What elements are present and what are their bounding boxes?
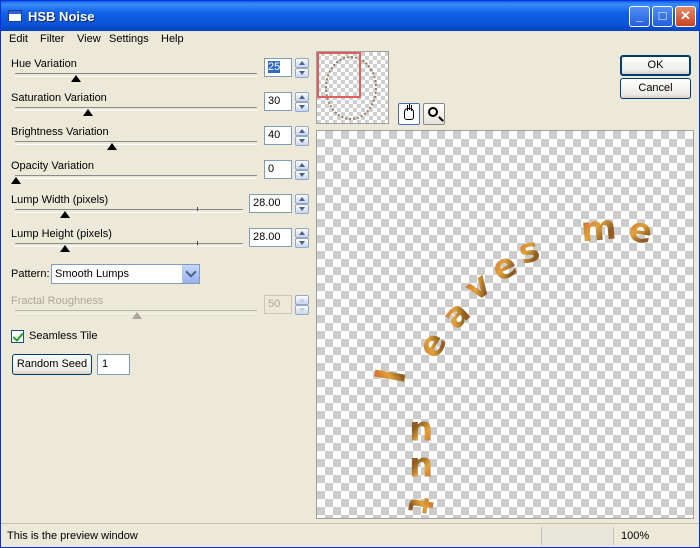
- hue-variation-slider[interactable]: [15, 73, 257, 77]
- fractal-roughness-thumb: [132, 312, 142, 319]
- brightness-variation-spinner[interactable]: [295, 126, 309, 146]
- lump-width-slider[interactable]: [15, 209, 243, 213]
- pattern-select-value: Smooth Lumps: [55, 268, 129, 280]
- spin-down-icon[interactable]: [295, 204, 309, 214]
- brightness-variation-thumb[interactable]: [107, 143, 117, 150]
- lump-height-thumb[interactable]: [60, 245, 70, 252]
- saturation-variation-thumb[interactable]: [83, 109, 93, 116]
- spin-up-icon[interactable]: [295, 92, 309, 102]
- opacity-variation-input[interactable]: 0: [264, 160, 292, 179]
- preview-letter: a: [434, 292, 479, 338]
- close-icon: ✕: [680, 8, 691, 23]
- lump-height-slider[interactable]: [15, 243, 243, 247]
- opacity-variation-slider[interactable]: [15, 175, 257, 179]
- spin-down-icon[interactable]: [295, 136, 309, 146]
- hue-variation-thumb[interactable]: [71, 75, 81, 82]
- magnifier-icon: [428, 107, 438, 117]
- spin-down-icon[interactable]: [295, 238, 309, 248]
- preview-letter: s: [514, 229, 545, 273]
- lump-width-label: Lump Width (pixels): [11, 194, 109, 206]
- hue-variation-spinner[interactable]: [295, 58, 309, 78]
- preview-letter: l: [368, 365, 416, 387]
- title-bar[interactable]: HSB Noise _ □ ✕: [1, 1, 699, 31]
- opacity-variation-label: Opacity Variation: [11, 160, 94, 172]
- saturation-variation-input[interactable]: 30: [264, 92, 292, 111]
- fractal-roughness-spinner: [295, 295, 309, 315]
- zoom-tool-button[interactable]: [423, 103, 445, 125]
- menu-bar: Edit Filter View Settings Help: [1, 31, 699, 49]
- seamless-tile-label: Seamless Tile: [29, 330, 98, 342]
- preview-letter: u: [409, 449, 434, 489]
- navigator-view-rect[interactable]: [317, 52, 361, 98]
- preview-letter: e: [626, 209, 655, 253]
- preview-window[interactable]: l e a v e s m e u u t: [316, 130, 694, 519]
- lump-width-spinner[interactable]: [295, 194, 309, 214]
- hue-variation-label: Hue Variation: [11, 58, 77, 70]
- maximize-button[interactable]: □: [652, 6, 673, 27]
- preview-letter: v: [457, 264, 499, 310]
- spin-up-icon[interactable]: [295, 194, 309, 204]
- navigator-thumbnail[interactable]: [316, 51, 389, 124]
- saturation-variation-slider[interactable]: [15, 107, 257, 111]
- opacity-variation-thumb[interactable]: [11, 177, 21, 184]
- close-button[interactable]: ✕: [675, 6, 696, 27]
- menu-settings[interactable]: Settings: [109, 33, 149, 45]
- spin-down-icon: [295, 305, 309, 315]
- minimize-button[interactable]: _: [629, 6, 650, 27]
- lump-height-input[interactable]: 28.00: [249, 228, 292, 247]
- random-seed-button[interactable]: Random Seed: [12, 354, 92, 375]
- menu-view[interactable]: View: [77, 33, 101, 45]
- saturation-variation-label: Saturation Variation: [11, 92, 107, 104]
- lump-width-input[interactable]: 28.00: [249, 194, 292, 213]
- random-seed-input[interactable]: 1: [97, 354, 130, 375]
- brightness-variation-slider[interactable]: [15, 141, 257, 145]
- brightness-variation-input[interactable]: 40: [264, 126, 292, 145]
- spin-up-icon: [295, 295, 309, 305]
- seamless-tile-checkbox[interactable]: [11, 330, 24, 343]
- window-icon: [8, 10, 22, 22]
- status-progress-cell: [541, 527, 613, 545]
- spin-down-icon[interactable]: [295, 68, 309, 78]
- opacity-variation-spinner[interactable]: [295, 160, 309, 180]
- hand-icon: [404, 105, 414, 120]
- lump-width-thumb[interactable]: [60, 211, 70, 218]
- menu-edit[interactable]: Edit: [9, 33, 28, 45]
- pattern-label: Pattern:: [11, 268, 50, 280]
- spin-down-icon[interactable]: [295, 102, 309, 112]
- brightness-variation-label: Brightness Variation: [11, 126, 109, 138]
- slider-tick: [197, 241, 198, 245]
- chevron-down-icon[interactable]: [182, 265, 199, 283]
- pan-tool-button[interactable]: [398, 103, 420, 125]
- spin-up-icon[interactable]: [295, 228, 309, 238]
- status-bar: This is the preview window 100%: [1, 523, 699, 547]
- spin-up-icon[interactable]: [295, 126, 309, 136]
- spin-down-icon[interactable]: [295, 170, 309, 180]
- lump-height-spinner[interactable]: [295, 228, 309, 248]
- spin-up-icon[interactable]: [295, 58, 309, 68]
- window-title: HSB Noise: [28, 9, 95, 24]
- menu-help[interactable]: Help: [161, 33, 184, 45]
- preview-letter: e: [409, 325, 456, 365]
- status-text: This is the preview window: [7, 530, 138, 542]
- maximize-icon: □: [658, 8, 667, 23]
- pattern-select[interactable]: Smooth Lumps: [51, 264, 200, 284]
- hsb-noise-dialog: HSB Noise _ □ ✕ Edit Filter View Setting…: [0, 0, 700, 548]
- fractal-roughness-input: 50: [264, 295, 292, 314]
- zoom-level: 100%: [621, 530, 650, 542]
- preview-letter: t: [399, 493, 442, 517]
- ok-button[interactable]: OK: [620, 55, 691, 76]
- preview-letter: m: [579, 207, 619, 251]
- saturation-variation-spinner[interactable]: [295, 92, 309, 112]
- fractal-roughness-label: Fractal Roughness: [11, 295, 104, 307]
- cancel-button[interactable]: Cancel: [620, 78, 691, 99]
- menu-filter[interactable]: Filter: [40, 33, 64, 45]
- spin-up-icon[interactable]: [295, 160, 309, 170]
- settings-panel: Hue Variation 25 Saturation Variation 30…: [1, 49, 313, 523]
- hue-variation-input[interactable]: 25: [264, 58, 292, 77]
- lump-height-label: Lump Height (pixels): [11, 228, 112, 240]
- preview-letter: u: [409, 413, 434, 453]
- slider-tick: [197, 207, 198, 211]
- minimize-icon: _: [635, 8, 644, 23]
